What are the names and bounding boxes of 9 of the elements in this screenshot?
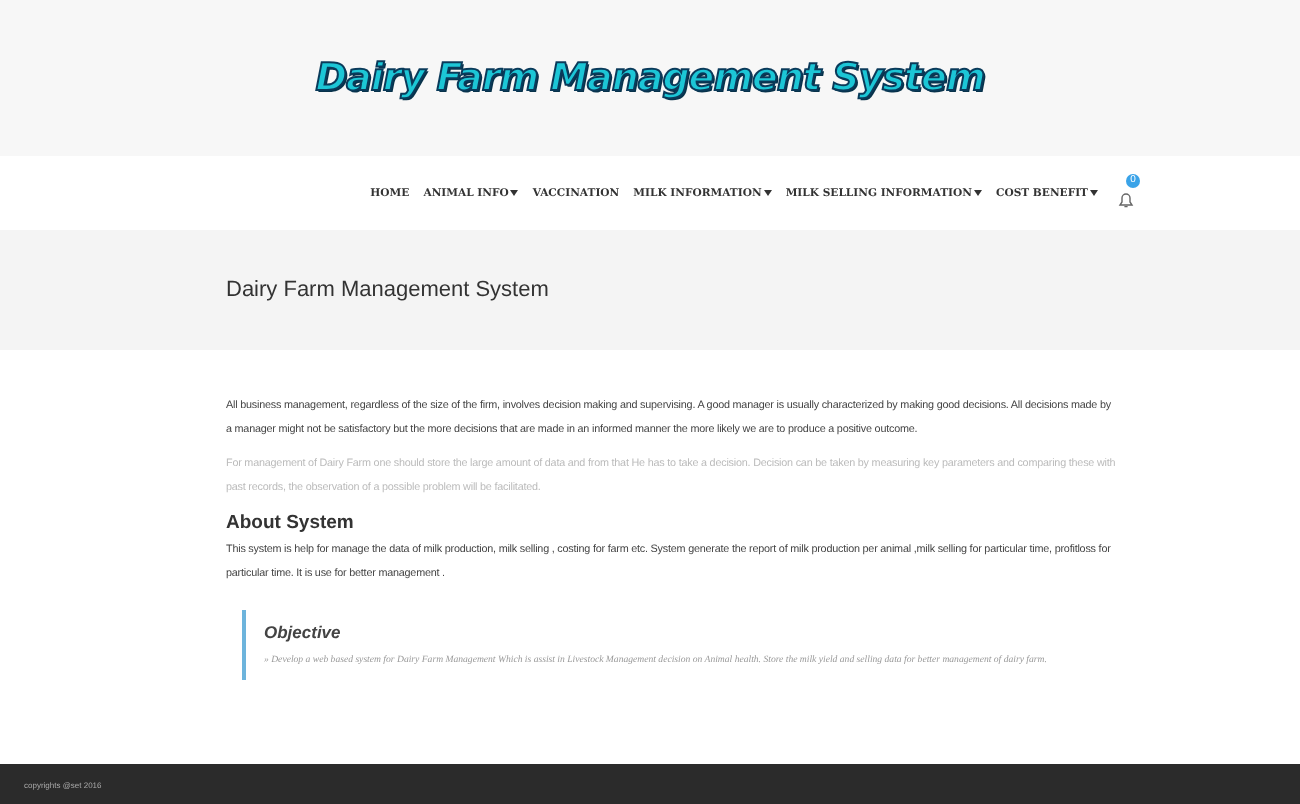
bell-icon[interactable] bbox=[1116, 189, 1136, 209]
caret-icon bbox=[973, 190, 982, 196]
caret-icon bbox=[763, 190, 772, 196]
page-title: Dairy Farm Management System bbox=[226, 278, 549, 302]
caret-icon bbox=[510, 190, 519, 196]
caret-icon bbox=[1090, 190, 1098, 196]
section-heading: About System bbox=[226, 512, 356, 534]
objective-heading: Objective bbox=[264, 622, 343, 642]
site-logo: Dairy Farm Management System bbox=[315, 56, 985, 100]
